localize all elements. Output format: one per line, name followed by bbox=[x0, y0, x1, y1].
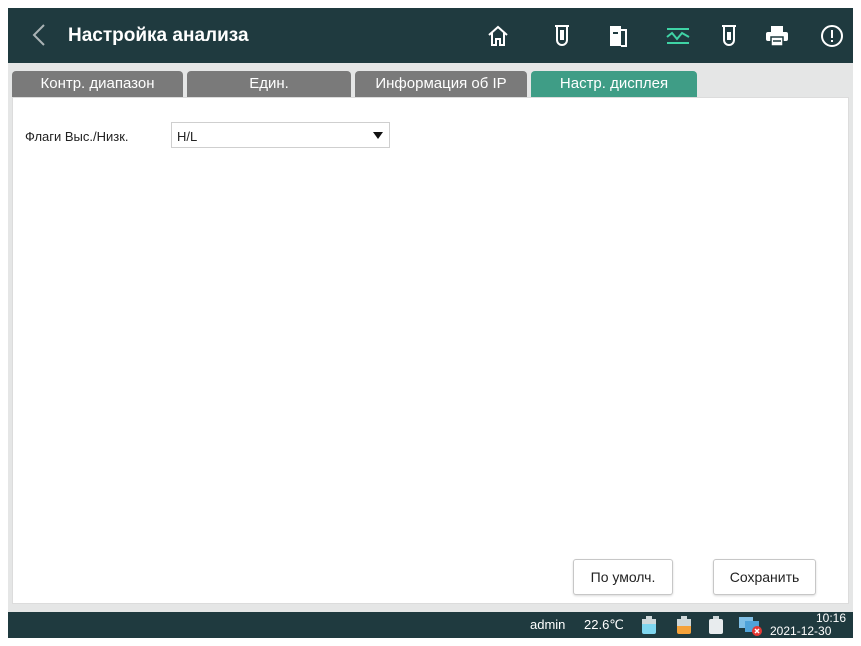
tab-ip-info[interactable]: Информация об IP bbox=[355, 71, 527, 97]
home-icon bbox=[488, 25, 508, 46]
settings-panel: Флаги Выс./Низк. H/L По умолч. Сохранить bbox=[12, 97, 849, 604]
test-tube-icon bbox=[555, 25, 569, 46]
print-button[interactable] bbox=[763, 22, 791, 50]
waveform-icon bbox=[666, 28, 690, 44]
clock-time: 10:16 bbox=[815, 611, 846, 625]
user-name: admin bbox=[530, 617, 566, 632]
flags-label: Флаги Выс./Низк. bbox=[25, 129, 129, 144]
page-title: Настройка анализа bbox=[68, 25, 249, 46]
exit-icon bbox=[610, 26, 627, 47]
temperature-readout: 22.6℃ bbox=[584, 617, 624, 632]
save-button[interactable]: Сохранить bbox=[713, 559, 816, 595]
default-button[interactable]: По умолч. bbox=[573, 559, 673, 595]
tab-units[interactable]: Един. bbox=[187, 71, 351, 97]
chevron-left-icon bbox=[32, 24, 45, 46]
printer-icon bbox=[766, 26, 788, 47]
flags-selected-value: H/L bbox=[177, 129, 198, 144]
status-bar: admin 22.6℃ 10:16 2021-12-30 bbox=[8, 612, 853, 638]
home-button[interactable] bbox=[484, 22, 512, 50]
clock-date: 2021-12-30 bbox=[770, 624, 832, 638]
tab-display-settings[interactable]: Настр. дисплея bbox=[531, 71, 697, 97]
flags-dropdown[interactable]: H/L bbox=[171, 122, 390, 148]
alert-icon bbox=[821, 25, 843, 47]
sample-tube-icon bbox=[722, 25, 736, 46]
alert-button[interactable] bbox=[818, 22, 846, 50]
network-disconnected-icon[interactable] bbox=[737, 616, 763, 636]
waste-bottle-icon[interactable] bbox=[708, 616, 724, 634]
app-frame: Настройка анализа Контр. диапазон Един. … bbox=[8, 8, 853, 638]
test-tube-button[interactable] bbox=[548, 22, 576, 50]
reagent-bottle-icon[interactable] bbox=[641, 616, 657, 634]
sample-tube-button[interactable] bbox=[715, 22, 743, 50]
diluent-bottle-icon[interactable] bbox=[676, 616, 692, 634]
tab-control-range[interactable]: Контр. диапазон bbox=[12, 71, 183, 97]
header-bar: Настройка анализа bbox=[8, 8, 853, 63]
waveform-button[interactable] bbox=[664, 22, 692, 50]
caret-down-icon bbox=[373, 132, 383, 139]
tab-bar: Контр. диапазон Един. Информация об IP Н… bbox=[8, 71, 853, 97]
back-button[interactable] bbox=[26, 20, 52, 50]
exit-button[interactable] bbox=[604, 22, 632, 50]
